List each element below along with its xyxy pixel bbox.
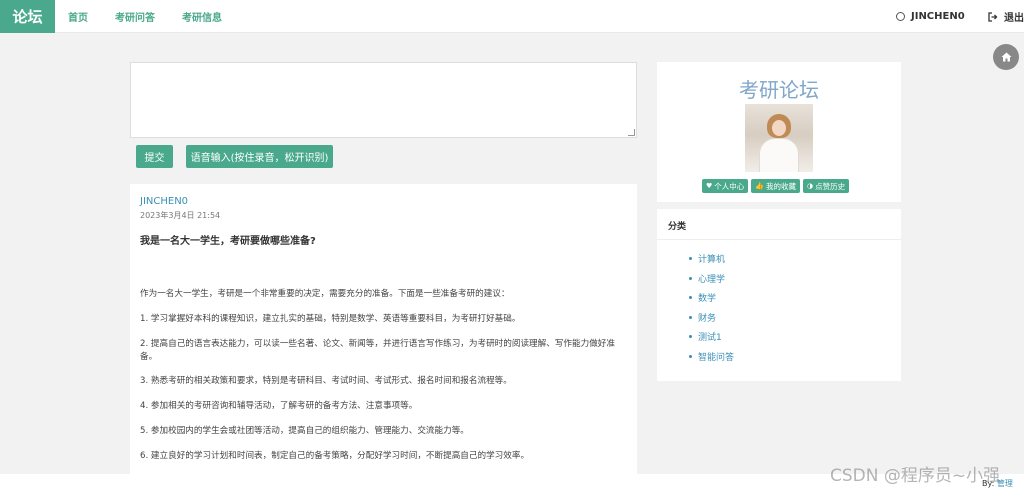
resize-handle[interactable] [628, 129, 635, 136]
favorites-button[interactable]: 👍 我的收藏 [751, 179, 800, 193]
category-item[interactable]: 心理学 [689, 269, 734, 289]
user-menu[interactable]: JINCHEN0 [896, 0, 965, 33]
like-history-button[interactable]: ◑ 点赞历史 [803, 179, 850, 193]
home-icon [1001, 52, 1011, 62]
user-icon [896, 12, 905, 21]
nav-info[interactable]: 考研信息 [182, 9, 222, 24]
category-panel: 分类 计算机 心理学 数学 财务 测试1 智能问答 [657, 209, 901, 381]
post-card: JINCHEN0 2023年3月4日 21:54 我是一名大一学生，考研要做哪些… [130, 184, 637, 474]
submit-button[interactable]: 提交 [136, 145, 173, 168]
bullet-icon [689, 296, 692, 300]
thumbs-up-icon: 👍 [755, 182, 764, 190]
bullet-icon [689, 315, 692, 319]
nav-qa[interactable]: 考研问答 [115, 9, 155, 24]
home-float-button[interactable] [993, 44, 1019, 70]
logout-label: 退出 [1004, 13, 1024, 24]
category-label: 财务 [698, 313, 717, 324]
category-item[interactable]: 数学 [689, 288, 734, 308]
post-paragraph: 作为一名大一学生，考研是一个非常重要的决定，需要充分的准备。下面是一些准备考研的… [140, 289, 510, 299]
voice-input-button[interactable]: 语音输入(按住录音，松开识别) [186, 145, 333, 168]
category-label: 智能问答 [698, 352, 735, 363]
bullet-icon [689, 276, 692, 280]
post-paragraph: 3. 熟悉考研的相关政策和要求，特别是考研科目、考试时间、考试形式、报名时间和报… [140, 376, 512, 386]
category-list: 计算机 心理学 数学 财务 测试1 智能问答 [689, 249, 734, 366]
post-author[interactable]: JINCHEN0 [140, 196, 188, 207]
category-item[interactable]: 财务 [689, 308, 734, 328]
personal-center-button[interactable]: ♥ 个人中心 [702, 179, 749, 193]
forum-title: 考研论坛 [739, 78, 819, 102]
post-title: 我是一名大一学生，考研要做哪些准备? [140, 236, 316, 247]
favorites-label: 我的收藏 [766, 181, 796, 191]
logout-icon [988, 11, 998, 22]
profile-card: 考研论坛 ♥ 个人中心 👍 我的收藏 ◑ 点赞历史 [657, 62, 901, 202]
avatar[interactable] [745, 104, 813, 172]
post-date: 2023年3月4日 21:54 [140, 211, 221, 220]
logout-link[interactable]: 退出 [988, 0, 1024, 33]
category-heading: 分类 [657, 209, 901, 240]
bullet-icon [689, 354, 692, 358]
category-item[interactable]: 智能问答 [689, 347, 734, 367]
post-editor-textarea[interactable] [130, 62, 637, 138]
half-circle-icon: ◑ [807, 182, 814, 190]
category-item[interactable]: 计算机 [689, 249, 734, 269]
post-paragraph: 1. 学习掌握好本科的课程知识，建立扎实的基础，特别是数学、英语等重要科目，为考… [140, 314, 521, 324]
top-navbar: 论坛 首页 考研问答 考研信息 JINCHEN0 退出 [0, 0, 1024, 33]
category-label: 测试1 [698, 333, 722, 344]
post-paragraph: 6. 建立良好的学习计划和时间表，制定自己的备考策略，分配好学习时间，不断提高自… [140, 451, 530, 461]
avatar-body [759, 138, 799, 172]
watermark-text: CSDN @程序员~小强 [830, 466, 1001, 486]
nav-home[interactable]: 首页 [68, 9, 88, 24]
avatar-face [772, 120, 786, 136]
personal-center-label: 个人中心 [714, 181, 745, 191]
category-label: 数学 [698, 294, 717, 305]
bullet-icon [689, 257, 692, 261]
heart-icon: ♥ [706, 182, 713, 190]
post-paragraph: 4. 参加相关的考研咨询和辅导活动，了解考研的备考方法、注意事项等。 [140, 401, 418, 411]
category-item[interactable]: 测试1 [689, 327, 734, 347]
main-nav: 首页 考研问答 考研信息 [68, 0, 249, 33]
post-paragraph: 2. 提高自己的语言表达能力，可以读一些名著、论文、新闻等，并进行语言写作练习，… [140, 339, 615, 362]
brand-logo[interactable]: 论坛 [0, 0, 55, 33]
post-paragraph: 5. 参加校园内的学生会或社团等活动，提高自己的组织能力、管理能力、交流能力等。 [140, 426, 469, 436]
category-label: 计算机 [698, 255, 726, 266]
category-label: 心理学 [698, 274, 726, 285]
username: JINCHEN0 [911, 11, 965, 22]
like-history-label: 点赞历史 [815, 181, 846, 191]
bullet-icon [689, 335, 692, 339]
profile-actions: ♥ 个人中心 👍 我的收藏 ◑ 点赞历史 [702, 179, 850, 193]
